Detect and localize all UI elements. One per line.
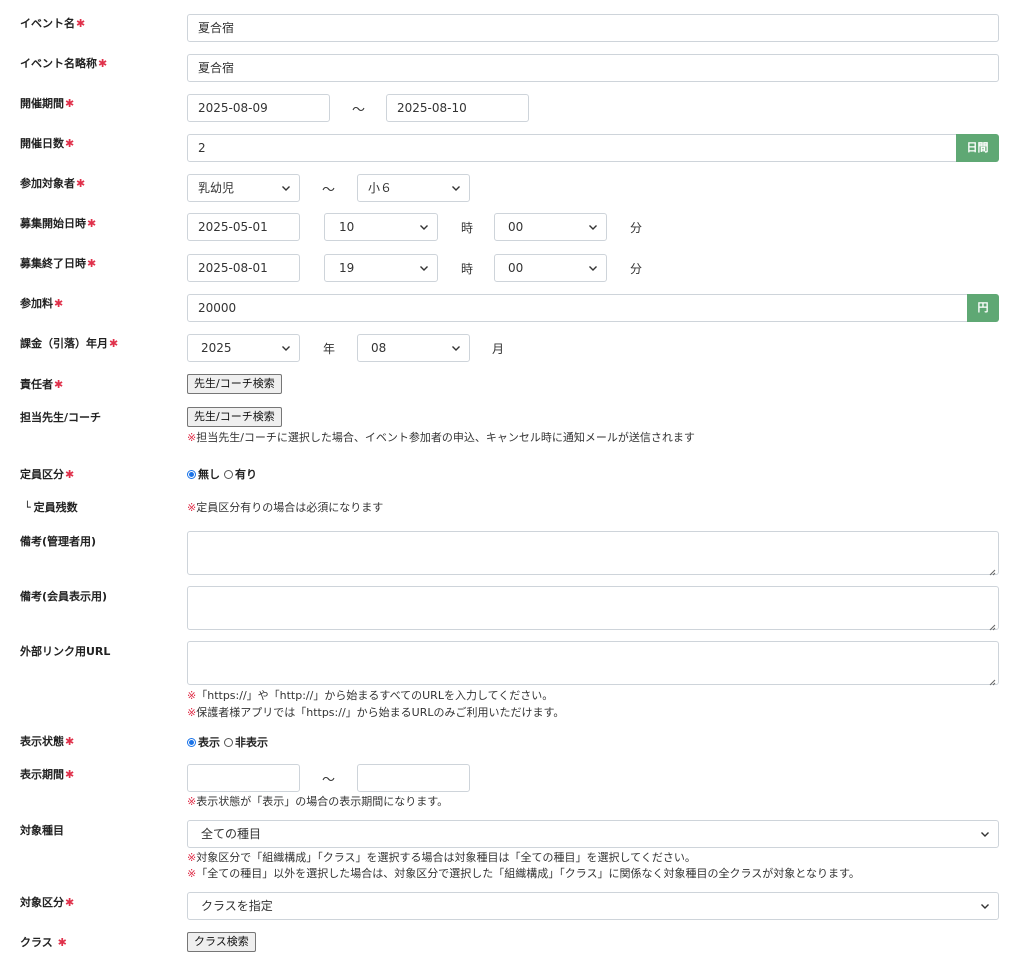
display-state-radio-group: 表示 非表示: [187, 734, 268, 750]
required-mark: ✱: [65, 768, 75, 781]
billing-year-select[interactable]: 2025: [187, 334, 300, 362]
year-unit: 年: [323, 342, 336, 356]
external-url-textarea[interactable]: [187, 641, 999, 686]
label-target-item: 対象種目: [20, 824, 64, 837]
capacity-left-note: ※定員区分有りの場合は必須になります: [187, 501, 384, 514]
label-period: 開催期間✱: [20, 97, 75, 110]
resize-grip-icon[interactable]: [989, 675, 996, 686]
hour-unit: 時: [461, 221, 474, 235]
coach-search-button[interactable]: 先生/コーチ検索: [187, 407, 282, 427]
resize-grip-icon[interactable]: [989, 565, 996, 576]
required-mark: ✱: [54, 297, 64, 310]
month-unit: 月: [492, 342, 505, 356]
target-to-select[interactable]: 小６: [357, 174, 470, 202]
label-capacity-left: └ 定員残数: [24, 501, 78, 514]
display-period-start-input[interactable]: [187, 764, 300, 792]
period-start-input[interactable]: 2025-08-09: [187, 94, 330, 122]
chevron-down-icon: [419, 222, 429, 232]
required-mark: ✱: [87, 217, 97, 230]
required-mark: ✱: [98, 57, 108, 70]
radio-display-hide[interactable]: [224, 737, 233, 747]
remarks-member-textarea[interactable]: [187, 586, 999, 631]
label-display-period: 表示期間✱: [20, 768, 75, 781]
manager-search-button[interactable]: 先生/コーチ検索: [187, 374, 282, 394]
external-url-note-1: ※「https://」や「http://」から始まるすべてのURLを入力してくだ…: [187, 689, 554, 702]
chevron-down-icon: [451, 343, 461, 353]
label-billing: 課金（引落）年月✱: [20, 337, 119, 350]
label-remarks-admin: 備考(管理者用): [20, 535, 97, 548]
event-name-input[interactable]: 夏合宿: [187, 14, 999, 42]
required-mark: ✱: [65, 896, 75, 909]
chevron-down-icon: [980, 901, 990, 911]
label-remarks-member: 備考(会員表示用): [20, 590, 108, 603]
recruit-start-hour-select[interactable]: 10: [324, 213, 438, 241]
external-url-note-2: ※保護者様アプリでは「https://」から始まるURLのみご利用いただけます。: [187, 706, 565, 719]
required-mark: ✱: [87, 257, 97, 270]
recruit-end-date-input[interactable]: 2025-08-01: [187, 254, 300, 282]
label-fee: 参加料✱: [20, 297, 64, 310]
label-capacity-type: 定員区分✱: [20, 468, 75, 481]
display-period-end-input[interactable]: [357, 764, 470, 792]
required-mark: ✱: [65, 735, 75, 748]
recruit-start-date-input[interactable]: 2025-05-01: [187, 213, 300, 241]
required-mark: ✱: [65, 97, 75, 110]
capacity-type-radio-group: 無し 有り: [187, 466, 257, 482]
coach-note: ※担当先生/コーチに選択した場合、イベント参加者の申込、キャンセル時に通知メール…: [187, 431, 695, 444]
label-recruit-end: 募集終了日時✱: [20, 257, 97, 270]
resize-grip-icon[interactable]: [989, 620, 996, 631]
remarks-admin-textarea[interactable]: [187, 531, 999, 576]
target-category-select[interactable]: クラスを指定: [187, 892, 999, 920]
recruit-end-hour-select[interactable]: 19: [324, 254, 438, 282]
recruit-end-minute-select[interactable]: 00: [494, 254, 607, 282]
label-external-url: 外部リンク用URL: [20, 645, 111, 658]
display-period-tilde: ～: [322, 773, 336, 788]
label-class: クラス ✱: [20, 936, 67, 949]
chevron-down-icon: [980, 829, 990, 839]
event-short-name-input[interactable]: 夏合宿: [187, 54, 999, 82]
minute-unit: 分: [630, 262, 643, 276]
days-input[interactable]: 2: [187, 134, 957, 162]
chevron-down-icon: [588, 263, 598, 273]
target-item-note-2: ※「全ての種目」以外を選択した場合は、対象区分で選択した「組織構成」「クラス」に…: [187, 867, 860, 880]
required-mark: ✱: [54, 378, 64, 391]
chevron-down-icon: [588, 222, 598, 232]
radio-capacity-none[interactable]: [187, 469, 196, 479]
label-target: 参加対象者✱: [20, 177, 86, 190]
chevron-down-icon: [451, 183, 461, 193]
label-display-state: 表示状態✱: [20, 735, 75, 748]
chevron-down-icon: [281, 183, 291, 193]
display-period-note: ※表示状態が「表示」の場合の表示期間になります。: [187, 795, 449, 808]
target-from-select[interactable]: 乳幼児: [187, 174, 300, 202]
label-days: 開催日数✱: [20, 137, 75, 150]
target-item-note-1: ※対象区分で「組織構成」「クラス」を選択する場合は対象種目は「全ての種目」を選択…: [187, 851, 696, 864]
label-event-name: イベント名✱: [20, 17, 86, 30]
chevron-down-icon: [281, 343, 291, 353]
label-target-category: 対象区分✱: [20, 896, 75, 909]
radio-display-show[interactable]: [187, 737, 196, 747]
recruit-start-minute-select[interactable]: 00: [494, 213, 607, 241]
target-tilde: ～: [322, 183, 336, 198]
required-mark: ✱: [65, 137, 75, 150]
period-tilde: ～: [352, 103, 366, 118]
chevron-down-icon: [419, 263, 429, 273]
minute-unit: 分: [630, 221, 643, 235]
hour-unit: 時: [461, 262, 474, 276]
fee-input[interactable]: 20000: [187, 294, 968, 322]
label-manager: 責任者✱: [20, 378, 64, 391]
fee-unit-addon: 円: [967, 294, 999, 322]
required-mark: ✱: [76, 177, 86, 190]
required-mark: ✱: [76, 17, 86, 30]
required-mark: ✱: [109, 337, 119, 350]
label-coach: 担当先生/コーチ: [20, 411, 102, 424]
label-recruit-start: 募集開始日時✱: [20, 217, 97, 230]
required-mark: ✱: [65, 468, 75, 481]
days-unit-addon: 日間: [956, 134, 999, 162]
class-search-button[interactable]: クラス検索: [187, 932, 256, 952]
required-mark: ✱: [57, 936, 67, 949]
radio-capacity-yes[interactable]: [224, 469, 233, 479]
period-end-input[interactable]: 2025-08-10: [386, 94, 529, 122]
billing-month-select[interactable]: 08: [357, 334, 470, 362]
target-item-select[interactable]: 全ての種目: [187, 820, 999, 848]
label-event-short: イベント名略称✱: [20, 57, 108, 70]
